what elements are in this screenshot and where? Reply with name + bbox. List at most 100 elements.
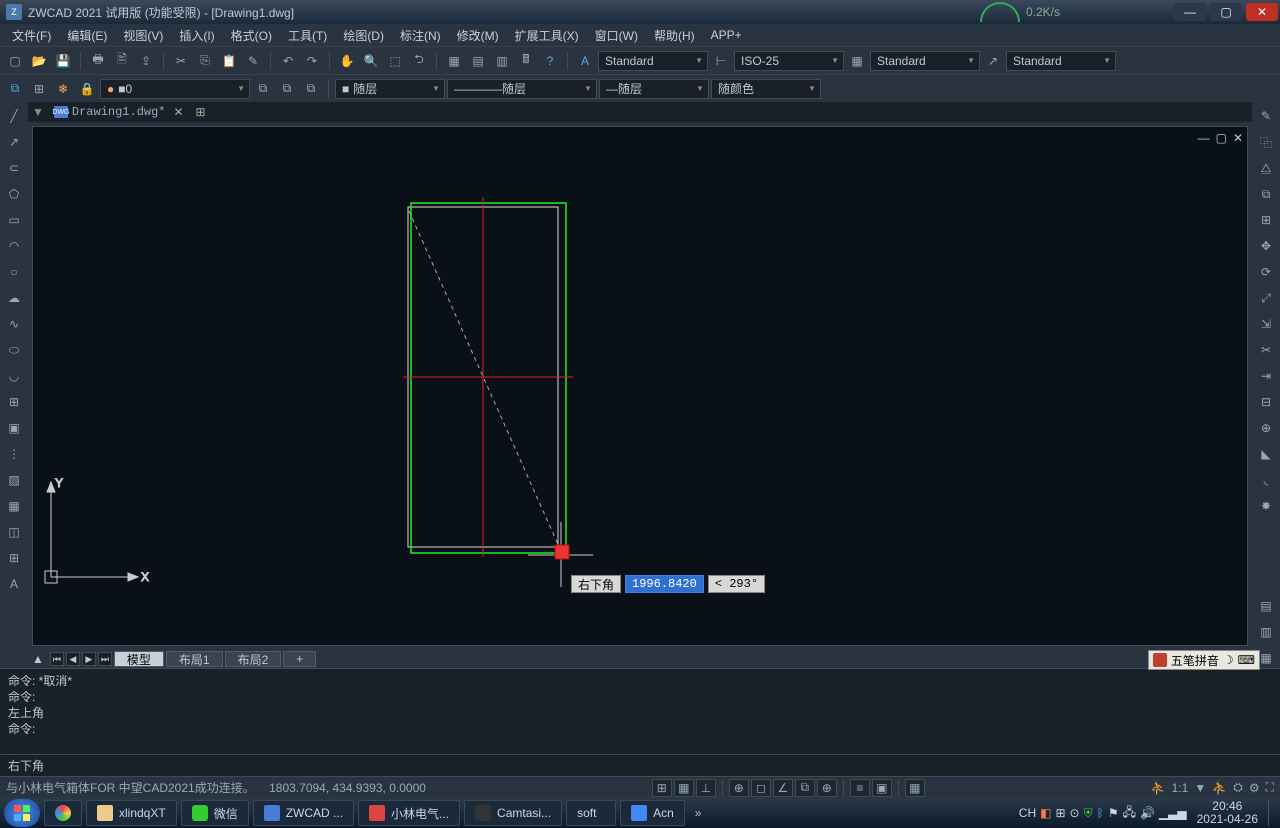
taskbar-clock[interactable]: 20:46 2021-04-26 — [1191, 800, 1264, 826]
layer-lock-icon[interactable]: 🔒 — [76, 78, 98, 100]
cycle-toggle[interactable]: ▦ — [905, 779, 925, 797]
command-input[interactable]: 右下角 — [0, 754, 1280, 776]
ellipse-arc-icon[interactable]: ◡ — [4, 366, 24, 386]
paste-icon[interactable]: 📋 — [218, 50, 240, 72]
linetype-dropdown[interactable]: ———— 随层▼ — [447, 79, 597, 99]
lineweight-dropdown[interactable]: — 随层▼ — [599, 79, 709, 99]
table-style-icon[interactable]: ▦ — [846, 50, 868, 72]
text-style-icon[interactable]: A — [574, 50, 596, 72]
layout2-tab[interactable]: 布局2 — [225, 651, 282, 667]
zoom-win-icon[interactable]: ⬚ — [384, 50, 406, 72]
erase-icon[interactable]: ✎ — [1256, 106, 1276, 126]
task-camtasia[interactable]: Camtasi... — [464, 800, 562, 826]
osnap-toggle[interactable]: ◻ — [751, 779, 771, 797]
extend-icon[interactable]: ⇥ — [1256, 366, 1276, 386]
start-button[interactable] — [4, 799, 40, 827]
tray-lang-icon[interactable]: CH — [1019, 806, 1036, 820]
ime-toolbar[interactable]: 五笔拼音 ☽ ⌨ — [1148, 650, 1260, 670]
ime-keyboard-icon[interactable]: ⌨ — [1238, 653, 1255, 667]
move-icon[interactable]: ✥ — [1256, 236, 1276, 256]
color-dropdown[interactable]: ■随层▼ — [335, 79, 445, 99]
tab-first-icon[interactable]: ⏮ — [50, 652, 64, 666]
zoom-prev-icon[interactable]: ⮌ — [408, 50, 430, 72]
revcloud-icon[interactable]: ☁ — [4, 288, 24, 308]
mleader-style-icon[interactable]: ↗ — [982, 50, 1004, 72]
menu-edit[interactable]: 编辑(E) — [59, 27, 115, 44]
chamfer-icon[interactable]: ◣ — [1256, 444, 1276, 464]
pline-icon[interactable]: ⊂ — [4, 158, 24, 178]
tray-sig-icon[interactable]: ▁▃▅ — [1159, 806, 1187, 820]
gear-icon[interactable]: ⚙ — [1249, 781, 1260, 795]
task-zwcad[interactable]: ZWCAD ... — [253, 800, 354, 826]
annoscale-icon[interactable]: ⛹ — [1212, 781, 1227, 795]
layer-state-icon[interactable]: ⊞ — [28, 78, 50, 100]
menu-view[interactable]: 视图(V) — [115, 27, 171, 44]
circle-icon[interactable]: ○ — [4, 262, 24, 282]
menu-draw[interactable]: 绘图(D) — [335, 27, 392, 44]
polygon-icon[interactable]: ⬠ — [4, 184, 24, 204]
scale-icon[interactable]: ⤢ — [1256, 288, 1276, 308]
menu-dim[interactable]: 标注(N) — [392, 27, 449, 44]
tray-shield-icon[interactable]: ⛨ — [1084, 806, 1093, 821]
tray-bt-icon[interactable]: ᛒ — [1097, 806, 1104, 820]
task-chrome[interactable] — [44, 800, 82, 826]
ortho-toggle[interactable]: ⊥ — [696, 779, 716, 797]
layout1-tab[interactable]: 布局1 — [166, 651, 223, 667]
save-icon[interactable]: 💾 — [52, 50, 74, 72]
palette1-icon[interactable]: ▤ — [1256, 596, 1276, 616]
zoom-rt-icon[interactable]: 🔍 — [360, 50, 382, 72]
redo-icon[interactable]: ↷ — [301, 50, 323, 72]
publish-icon[interactable]: ⇪ — [135, 50, 157, 72]
copy-icon[interactable]: ⎘ — [194, 50, 216, 72]
mleader-style-dropdown[interactable]: Standard▼ — [1006, 51, 1116, 71]
stretch-icon[interactable]: ⇲ — [1256, 314, 1276, 334]
polar-toggle[interactable]: ⊕ — [729, 779, 749, 797]
task-folder[interactable]: xlindqXT — [86, 800, 177, 826]
model-toggle[interactable]: ▣ — [872, 779, 892, 797]
open-icon[interactable]: 📂 — [28, 50, 50, 72]
hatch-icon[interactable]: ▨ — [4, 470, 24, 490]
explode-icon[interactable]: ✸ — [1256, 496, 1276, 516]
ime-moon-icon[interactable]: ☽ — [1223, 653, 1234, 667]
table-icon[interactable]: ⊞ — [4, 548, 24, 568]
layer-freeze-icon[interactable]: ❄ — [52, 78, 74, 100]
table-style-dropdown[interactable]: Standard▼ — [870, 51, 980, 71]
tab-last-icon[interactable]: ⏭ — [98, 652, 112, 666]
menu-help[interactable]: 帮助(H) — [646, 27, 703, 44]
lwt-toggle[interactable]: ≡ — [850, 779, 870, 797]
gradient-icon[interactable]: ▦ — [4, 496, 24, 516]
spline-icon[interactable]: ∿ — [4, 314, 24, 334]
rectangle-icon[interactable]: ▭ — [4, 210, 24, 230]
menu-file[interactable]: 文件(F) — [4, 27, 59, 44]
fillet-icon[interactable]: ◟ — [1256, 470, 1276, 490]
task-wechat[interactable]: 微信 — [181, 800, 249, 826]
layer-prev-icon[interactable]: ⧉ — [252, 78, 274, 100]
break-icon[interactable]: ⊟ — [1256, 392, 1276, 412]
task-acn[interactable]: Acn — [620, 800, 685, 826]
dyn-toggle[interactable]: ⊕ — [817, 779, 837, 797]
tray-app1-icon[interactable]: ◧ — [1040, 806, 1051, 820]
text-style-dropdown[interactable]: Standard▼ — [598, 51, 708, 71]
dim-style-icon[interactable]: ⊢ — [710, 50, 732, 72]
task-soft[interactable]: soft — [566, 800, 616, 826]
minimize-button[interactable]: — — [1174, 3, 1206, 21]
pan-icon[interactable]: ✋ — [336, 50, 358, 72]
copy-obj-icon[interactable]: ⿻ — [1256, 132, 1276, 152]
layer-iso-icon[interactable]: ⧉ — [276, 78, 298, 100]
menu-tools[interactable]: 工具(T) — [280, 27, 335, 44]
tray-net-icon[interactable]: 🖧 — [1123, 803, 1136, 824]
calc-icon[interactable]: 🖩 — [515, 50, 537, 72]
ducs-toggle[interactable]: ⧉ — [795, 779, 815, 797]
add-layout-tab[interactable]: + — [283, 651, 316, 667]
point-icon[interactable]: ⋮ — [4, 444, 24, 464]
xline-icon[interactable]: ↗ — [4, 132, 24, 152]
grid-toggle[interactable]: ▦ — [674, 779, 694, 797]
new-icon[interactable]: ▢ — [4, 50, 26, 72]
scale-label[interactable]: 1:1 — [1172, 781, 1189, 795]
tab-next-icon[interactable]: ▶ — [82, 652, 96, 666]
taskbar-overflow-icon[interactable]: » — [695, 806, 702, 820]
mirror-icon[interactable]: ⧋ — [1256, 158, 1276, 178]
show-desktop-button[interactable] — [1268, 800, 1276, 826]
menu-window[interactable]: 窗口(W) — [587, 27, 646, 44]
tab-prev-icon[interactable]: ◀ — [66, 652, 80, 666]
